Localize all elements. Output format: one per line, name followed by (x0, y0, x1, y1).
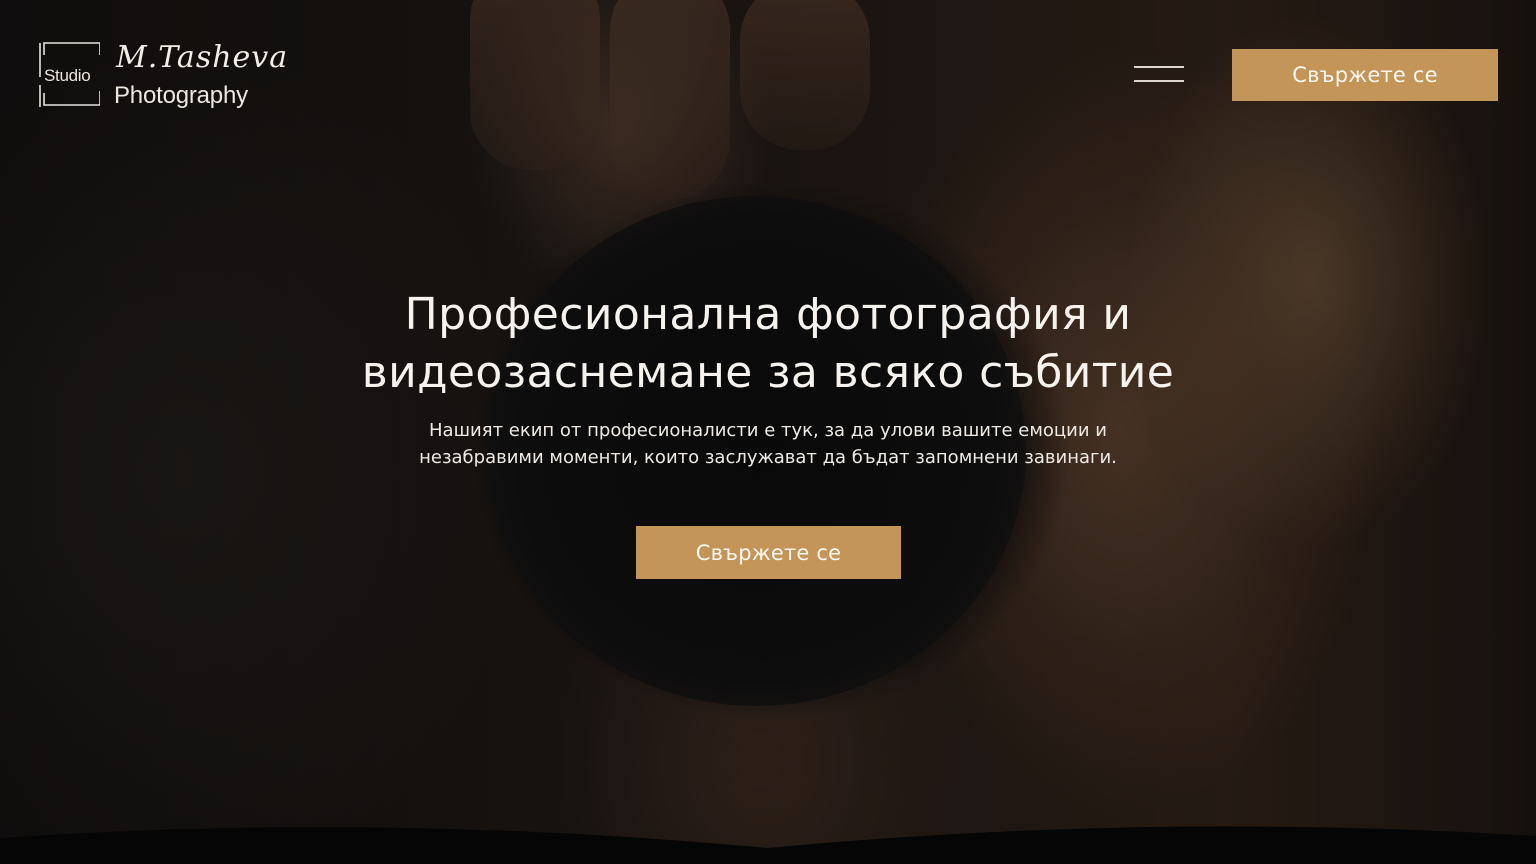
header-contact-button[interactable]: Свържете се (1232, 49, 1498, 101)
hero-subtitle: Нашият екип от професионалисти е тук, за… (419, 420, 1117, 468)
logo-tagline-text: Photography (114, 82, 248, 109)
hamburger-menu-icon[interactable] (1134, 64, 1184, 86)
hero-contact-button[interactable]: Свържете се (636, 526, 901, 579)
menu-bar (1134, 80, 1184, 82)
hero-title: Професионална фотография и видеозаснеман… (361, 289, 1175, 398)
site-logo[interactable]: Studio M.Tasheva Photography (36, 38, 289, 114)
logo-studio-text: Studio (44, 66, 91, 85)
logo-name-text: M.Tasheva (116, 40, 289, 75)
bottom-divider-shape (0, 826, 1536, 864)
menu-bar (1134, 66, 1184, 68)
